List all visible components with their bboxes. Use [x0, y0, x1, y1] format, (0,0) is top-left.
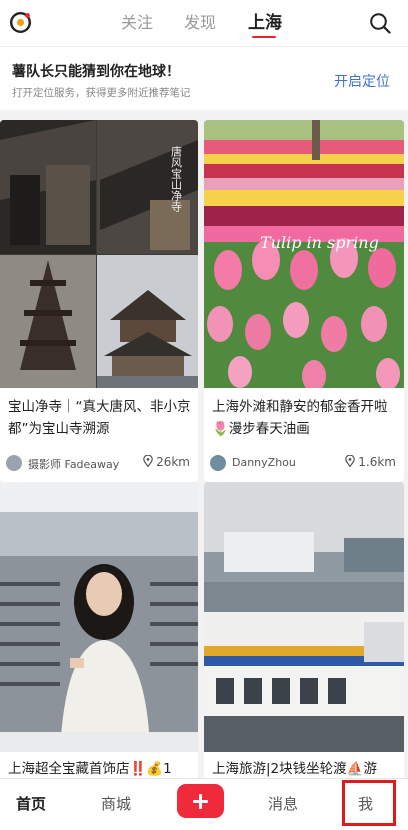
avatar[interactable] [6, 455, 22, 471]
highlight-box [342, 780, 396, 826]
search-icon[interactable] [369, 12, 391, 34]
note-cover-image: Tulip in spring [204, 120, 404, 388]
top-nav: 关注 发现 上海 [0, 0, 408, 46]
banner-title: 薯队长只能猜到你在地球！ [12, 64, 180, 80]
note-meta: 摄影师 Fadeaway 26km [6, 454, 192, 474]
location-pin-icon [143, 455, 153, 467]
note-title[interactable]: 上海超全宝藏首饰店‼️💰1 [8, 758, 192, 778]
distance: 26km [143, 455, 190, 469]
tab-discover[interactable]: 发现 [184, 11, 216, 35]
banner-subtitle: 打开定位服务，获得更多附近推荐笔记 [12, 87, 191, 99]
author-name[interactable]: DannyZhou [232, 456, 296, 469]
note-card[interactable]: Tulip in spring 上海外滩和静安的郁金香开啦🌷漫步春天油画 Dan… [204, 120, 404, 482]
distance-value: 26km [156, 455, 190, 469]
tab-follow[interactable]: 关注 [121, 11, 153, 35]
note-title[interactable]: 上海旅游|2块钱坐轮渡⛵游 [212, 758, 398, 778]
note-cover-image: 唐风宝山净寺 [0, 120, 198, 388]
tab-shanghai[interactable]: 上海 [248, 11, 282, 35]
nav-home[interactable]: 首页 [16, 793, 46, 814]
note-card[interactable]: 唐风宝山净寺 宝山净寺｜“真大唐风、非小京都”为宝山寺溯源 摄影师 Fadeaw… [0, 120, 198, 482]
distance: 1.6km [345, 455, 396, 469]
author-name[interactable]: 摄影师 Fadeaway [28, 456, 119, 472]
note-feed[interactable]: 唐风宝山净寺 宝山净寺｜“真大唐风、非小京都”为宝山寺溯源 摄影师 Fadeaw… [0, 110, 408, 778]
note-meta: DannyZhou 1.6km [210, 454, 398, 474]
cover-overlay-text: Tulip in spring [260, 233, 379, 252]
location-pin-icon [345, 455, 356, 467]
note-card[interactable]: 上海旅游|2块钱坐轮渡⛵游 [204, 482, 404, 778]
plus-icon-vertical [199, 793, 202, 809]
nav-messages[interactable]: 消息 [268, 793, 298, 814]
note-cover-image [0, 482, 198, 752]
nav-mall[interactable]: 商城 [101, 793, 131, 814]
note-cover-image [204, 482, 404, 752]
note-title[interactable]: 宝山净寺｜“真大唐风、非小京都”为宝山寺溯源 [8, 396, 192, 440]
app-screen: 关注 发现 上海 薯队长只能猜到你在地球！ 打开定位服务，获得更多附近推荐笔记 … [0, 0, 408, 830]
enable-location-button[interactable]: 开启定位 [334, 71, 390, 91]
location-banner: 薯队长只能猜到你在地球！ 打开定位服务，获得更多附近推荐笔记 开启定位 [0, 46, 408, 110]
distance-value: 1.6km [358, 455, 396, 469]
create-post-button[interactable] [177, 784, 224, 818]
note-title[interactable]: 上海外滩和静安的郁金香开啦🌷漫步春天油画 [212, 396, 398, 440]
cover-overlay-text: 唐风宝山净寺 [170, 145, 183, 212]
note-card[interactable]: 上海超全宝藏首饰店‼️💰1 [0, 482, 198, 778]
tab-bar: 关注 发现 上海 [0, 0, 408, 46]
active-tab-indicator [252, 36, 276, 38]
avatar[interactable] [210, 455, 226, 471]
